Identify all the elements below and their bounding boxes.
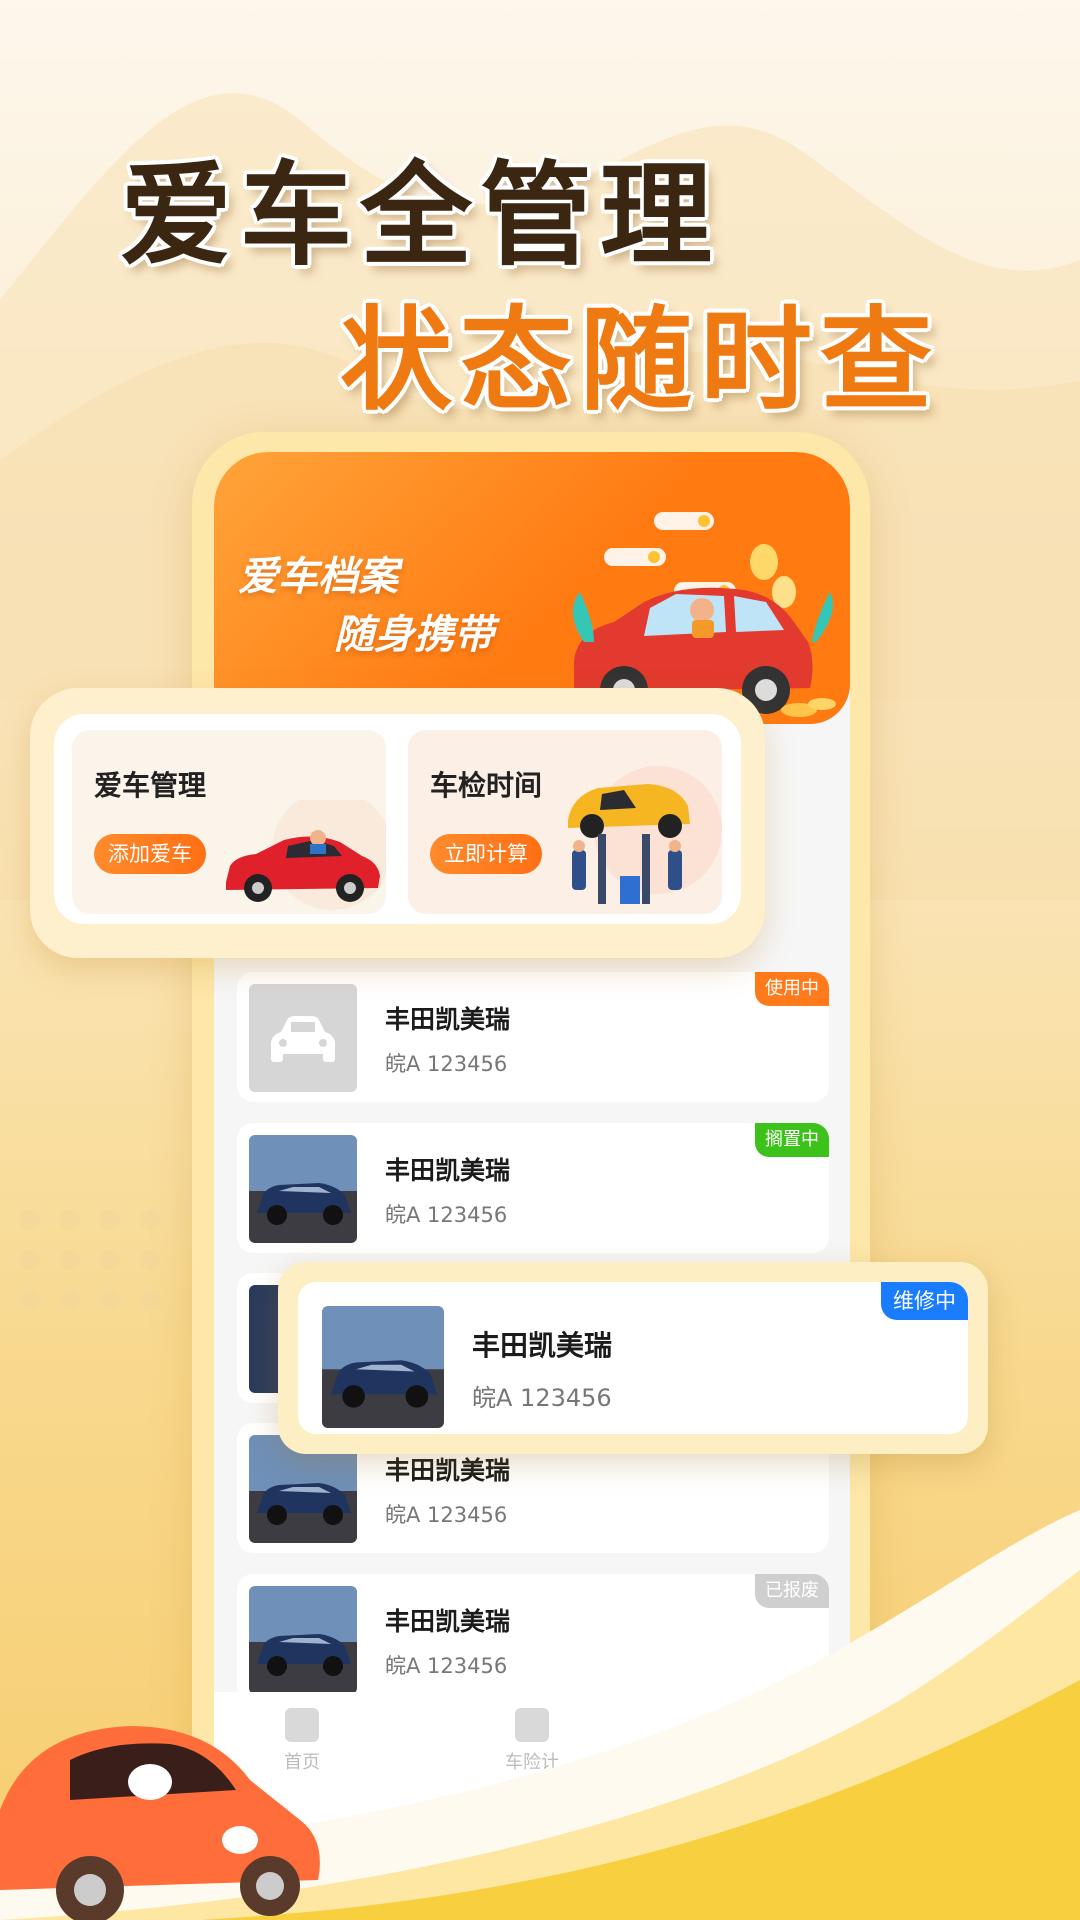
suv-photo xyxy=(322,1306,444,1428)
calculate-now-button[interactable]: 立即计算 xyxy=(430,834,542,874)
car-name: 丰田凯美瑞 xyxy=(385,1005,511,1034)
orange-car-illustration xyxy=(0,1726,320,1920)
quick-actions-panel: 爱车管理 添加爱车 车检时间 立即计算 xyxy=(30,688,765,958)
highlighted-car-inner: 丰田凯美瑞 皖A 123456 维修中 xyxy=(298,1282,968,1434)
quick-actions-inner: 爱车管理 添加爱车 车检时间 立即计算 xyxy=(54,714,741,924)
inspection-time-card[interactable]: 车检时间 立即计算 xyxy=(408,730,722,914)
highlighted-car-card[interactable]: 丰田凯美瑞 皖A 123456 维修中 xyxy=(278,1262,988,1454)
car-list-item[interactable]: 丰田凯美瑞 皖A 123456 已报废 xyxy=(237,1574,829,1704)
car-name: 丰田凯美瑞 xyxy=(385,1156,511,1185)
car-lift-illustration xyxy=(568,766,722,904)
nav-insurance-calc[interactable]: 车险计 xyxy=(472,1708,592,1774)
car-plate: 皖A 123456 xyxy=(385,1654,508,1678)
banner-title-line-1: 爱车档案 xyxy=(238,554,398,600)
car-name: 丰田凯美瑞 xyxy=(385,1607,511,1636)
nav-calc-label: 车险计 xyxy=(505,1752,559,1773)
status-badge: 已报废 xyxy=(755,1574,829,1608)
suv-photo xyxy=(249,1586,357,1694)
add-car-button[interactable]: 添加爱车 xyxy=(94,834,206,874)
car-plate: 皖A 123456 xyxy=(385,1203,508,1227)
car-name: 丰田凯美瑞 xyxy=(472,1329,613,1362)
car-plate: 皖A 123456 xyxy=(385,1503,508,1527)
suv-photo xyxy=(249,1135,357,1243)
car-list-item[interactable]: 丰田凯美瑞 皖A 123456 使用中 xyxy=(237,972,829,1102)
car-name: 丰田凯美瑞 xyxy=(385,1456,511,1485)
car-plate: 皖A 123456 xyxy=(472,1384,612,1412)
status-badge: 维修中 xyxy=(881,1282,968,1320)
archive-banner[interactable]: 爱车档案 随身携带 xyxy=(214,452,850,724)
banner-title-line-2: 随身携带 xyxy=(334,612,494,658)
car-management-title: 爱车管理 xyxy=(94,769,207,802)
sports-car-illustration xyxy=(226,800,386,910)
car-list-item[interactable]: 丰田凯美瑞 皖A 123456 搁置中 xyxy=(237,1123,829,1253)
car-plate: 皖A 123456 xyxy=(385,1052,508,1076)
status-badge: 搁置中 xyxy=(755,1123,829,1157)
calculator-icon xyxy=(515,1708,549,1742)
headline-line-1: 爱车全管理 xyxy=(120,150,720,281)
car-management-card[interactable]: 爱车管理 添加爱车 xyxy=(72,730,386,914)
status-badge: 使用中 xyxy=(755,972,829,1006)
car-placeholder-icon xyxy=(249,984,357,1092)
inspection-time-title: 车检时间 xyxy=(430,769,543,802)
headline-line-2: 状态随时查 xyxy=(340,295,940,426)
